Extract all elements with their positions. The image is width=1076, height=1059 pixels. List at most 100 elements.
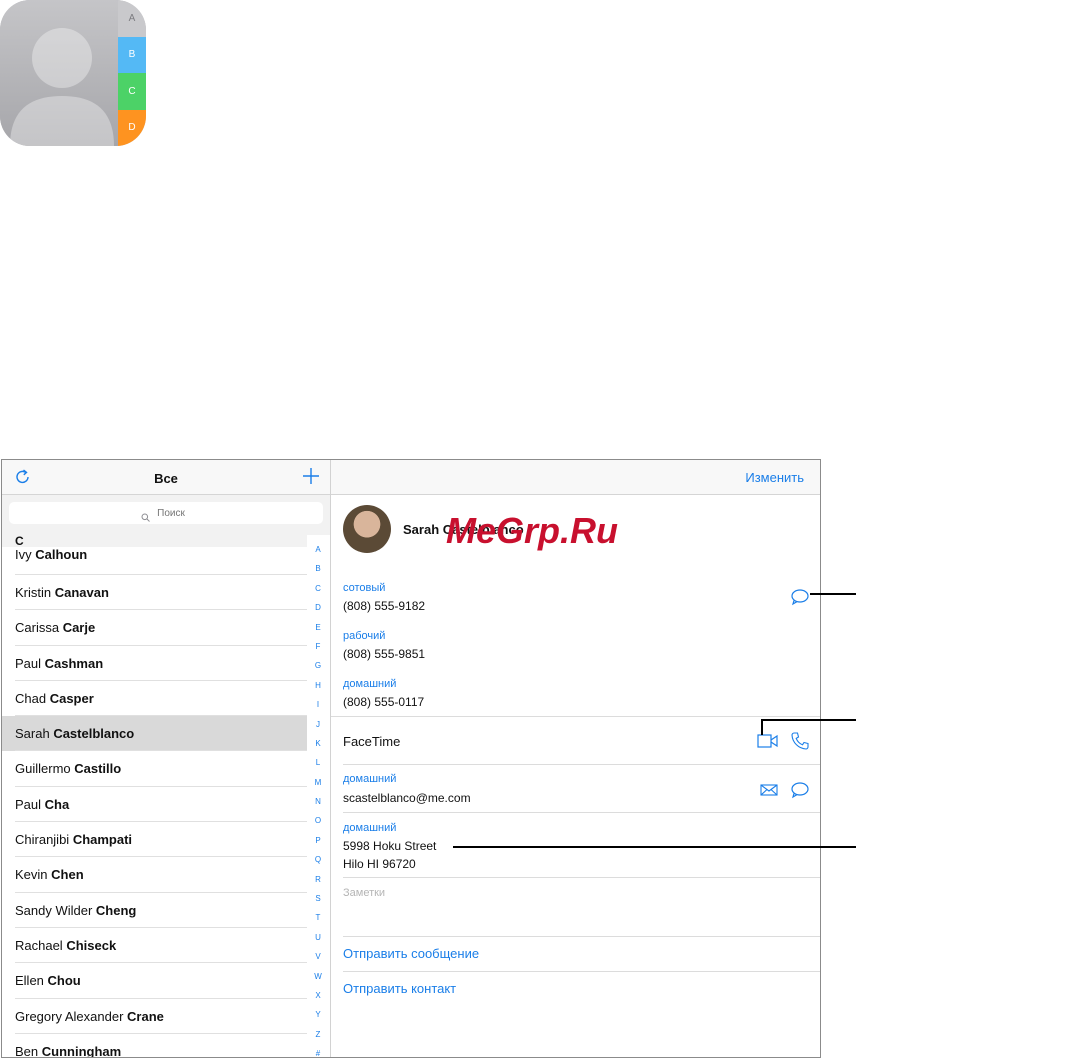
- last-name: Crane: [127, 1008, 164, 1024]
- contact-row[interactable]: Ellen Chou: [2, 963, 307, 999]
- index-letter[interactable]: C: [310, 579, 326, 598]
- index-letter[interactable]: H: [310, 676, 326, 695]
- last-name: Chiseck: [66, 937, 117, 953]
- address-line2[interactable]: Hilo HI 96720: [343, 857, 416, 871]
- contact-list: Ivy Calhoun Kristin Canavan Carissa Carj…: [2, 547, 307, 1057]
- first-name: Kevin: [15, 867, 52, 883]
- last-name: Canavan: [54, 585, 109, 600]
- avatar: [343, 505, 391, 553]
- contact-row[interactable]: Chiranjibi Champati: [2, 822, 307, 858]
- contact-row[interactable]: Paul Cha: [2, 787, 307, 823]
- callout-line-address: [453, 846, 856, 848]
- contact-row[interactable]: Kristin Canavan: [2, 575, 307, 611]
- phone-label-mobile: сотовый: [343, 582, 386, 594]
- index-letter[interactable]: Q: [310, 850, 326, 869]
- first-name: Chad: [15, 690, 50, 706]
- index-letter[interactable]: X: [310, 986, 326, 1005]
- last-name: Calhoun: [35, 547, 88, 562]
- edit-button[interactable]: Изменить: [745, 470, 804, 485]
- callout-line-facetime-drop: [761, 719, 763, 735]
- tab-a: A: [118, 0, 146, 37]
- contact-row[interactable]: Kevin Chen: [2, 857, 307, 893]
- phone-value-home[interactable]: (808) 555-0117: [343, 695, 424, 709]
- alphabet-tabs: A B C D: [118, 0, 146, 146]
- index-letter[interactable]: E: [310, 618, 326, 637]
- first-name: Sandy Wilder: [15, 902, 96, 918]
- message-bubble-icon[interactable]: [790, 587, 810, 607]
- separator: [331, 716, 820, 717]
- add-contact-button[interactable]: [302, 467, 320, 485]
- contact-row[interactable]: Carissa Carje: [2, 610, 307, 646]
- index-letter[interactable]: V: [310, 947, 326, 966]
- contact-row[interactable]: Sandy Wilder Cheng: [2, 893, 307, 929]
- first-name: Rachael: [15, 937, 67, 953]
- index-letter[interactable]: W: [310, 967, 326, 986]
- separator: [343, 764, 820, 765]
- index-letter[interactable]: U: [310, 928, 326, 947]
- first-name: Ellen: [15, 973, 48, 989]
- index-letter[interactable]: A: [310, 540, 326, 559]
- phone-label-work: рабочий: [343, 630, 386, 642]
- email-value[interactable]: scastelblanco@me.com: [343, 791, 471, 805]
- last-name: Cha: [44, 796, 70, 812]
- phone-icon[interactable]: [790, 731, 810, 751]
- index-letter[interactable]: S: [310, 889, 326, 908]
- index-letter[interactable]: Z: [310, 1025, 326, 1044]
- contact-row[interactable]: Gregory Alexander Crane: [2, 999, 307, 1035]
- tab-c: C: [118, 73, 146, 110]
- mail-icon[interactable]: [759, 780, 779, 800]
- index-letter[interactable]: K: [310, 734, 326, 753]
- facetime-label: FaceTime: [343, 734, 401, 749]
- index-letter[interactable]: Y: [310, 1005, 326, 1024]
- section-header: C: [2, 535, 307, 547]
- message-bubble-icon[interactable]: [790, 780, 810, 800]
- index-letter[interactable]: B: [310, 559, 326, 578]
- search-input[interactable]: [9, 502, 323, 524]
- contact-row[interactable]: Ben Cunningham: [2, 1034, 307, 1057]
- contact-row[interactable]: Guillermo Castillo: [2, 751, 307, 788]
- last-name: Carje: [62, 620, 96, 636]
- last-name: Champati: [72, 832, 133, 848]
- index-letter[interactable]: L: [310, 753, 326, 772]
- first-name: Paul: [15, 796, 45, 812]
- contact-row[interactable]: Chad Casper: [2, 681, 307, 717]
- send-message-link[interactable]: Отправить сообщение: [343, 946, 479, 961]
- contact-row[interactable]: Rachael Chiseck: [2, 928, 307, 964]
- phone-value-work[interactable]: (808) 555-9851: [343, 647, 425, 661]
- person-silhouette-icon: [0, 0, 118, 146]
- last-name: Castillo: [74, 761, 122, 777]
- index-letter[interactable]: F: [310, 637, 326, 656]
- index-letter[interactable]: T: [310, 908, 326, 927]
- tab-b: B: [118, 36, 146, 73]
- index-letter[interactable]: R: [310, 870, 326, 889]
- index-letter[interactable]: O: [310, 811, 326, 830]
- first-name: Gregory Alexander: [15, 1008, 128, 1024]
- contact-row-selected[interactable]: Sarah Castelblanco: [2, 716, 307, 752]
- index-letter[interactable]: P: [310, 831, 326, 850]
- first-name: Paul: [15, 655, 45, 671]
- contact-row[interactable]: Paul Cashman: [2, 646, 307, 682]
- index-letter[interactable]: J: [310, 715, 326, 734]
- first-name: Chiranjibi: [15, 832, 73, 848]
- contact-row[interactable]: Ivy Calhoun: [2, 547, 307, 575]
- index-letter[interactable]: I: [310, 695, 326, 714]
- index-letter[interactable]: #: [310, 1044, 326, 1057]
- notes-field[interactable]: Заметки: [343, 887, 385, 899]
- index-letter[interactable]: D: [310, 598, 326, 617]
- address-line1[interactable]: 5998 Hoku Street: [343, 839, 436, 853]
- index-letter[interactable]: N: [310, 792, 326, 811]
- last-name: Chou: [47, 973, 81, 989]
- separator: [343, 936, 820, 937]
- last-name: Cheng: [95, 902, 137, 918]
- first-name: Sarah: [15, 726, 54, 742]
- contacts-list-pane: Все C Ivy Calhoun Kristin Canavan Cariss…: [2, 460, 331, 1057]
- phone-value-mobile[interactable]: (808) 555-9182: [343, 599, 425, 613]
- list-title: Все: [154, 471, 178, 486]
- index-letter[interactable]: G: [310, 656, 326, 675]
- share-contact-link[interactable]: Отправить контакт: [343, 981, 456, 996]
- separator: [343, 971, 820, 972]
- alphabet-index[interactable]: A B C D E F G H I J K L M N O P Q R S T …: [310, 540, 326, 1057]
- separator: [343, 812, 820, 813]
- separator: [343, 877, 820, 878]
- index-letter[interactable]: M: [310, 773, 326, 792]
